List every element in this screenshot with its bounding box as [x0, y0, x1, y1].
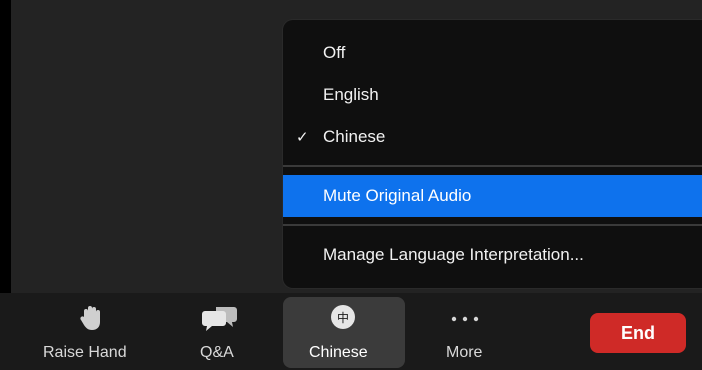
end-label: End: [621, 322, 655, 343]
end-meeting-button[interactable]: End: [590, 313, 686, 353]
left-edge: [0, 0, 11, 293]
menu-item-english[interactable]: English: [283, 74, 702, 116]
globe-chinese-icon: 中: [331, 305, 355, 329]
menu-item-label: English: [323, 85, 379, 104]
more-label: More: [446, 344, 483, 361]
menu-item-manage-interpretation[interactable]: Manage Language Interpretation...: [283, 234, 702, 276]
menu-item-label: Manage Language Interpretation...: [323, 245, 584, 264]
menu-item-label: Chinese: [323, 127, 386, 146]
raise-hand-label: Raise Hand: [43, 344, 127, 361]
menu-item-label: Mute Original Audio: [323, 186, 472, 205]
qa-label: Q&A: [200, 344, 234, 361]
menu-item-mute-original-audio[interactable]: Mute Original Audio: [283, 175, 702, 217]
menu-item-chinese[interactable]: ✓ Chinese: [283, 116, 702, 158]
language-interpretation-button[interactable]: 中 Chinese: [283, 297, 405, 368]
meeting-toolbar: Raise Hand Q&A 中 Chinese More End: [0, 293, 702, 370]
more-button[interactable]: More: [436, 299, 496, 365]
language-label: Chinese: [309, 344, 368, 361]
menu-divider: [283, 165, 702, 167]
menu-item-off[interactable]: Off: [283, 32, 702, 74]
menu-divider: [283, 224, 702, 226]
chat-bubbles-icon: [202, 307, 237, 331]
raise-hand-button[interactable]: Raise Hand: [36, 299, 146, 365]
checkmark-icon: ✓: [296, 129, 309, 146]
meeting-window: Off English ✓ Chinese Mute Original Audi…: [0, 0, 702, 370]
menu-item-label: Off: [323, 43, 346, 62]
interpretation-menu: Off English ✓ Chinese Mute Original Audi…: [283, 20, 702, 288]
ellipsis-icon: [451, 316, 479, 322]
hand-icon: [80, 306, 100, 330]
qa-button[interactable]: Q&A: [190, 299, 250, 365]
